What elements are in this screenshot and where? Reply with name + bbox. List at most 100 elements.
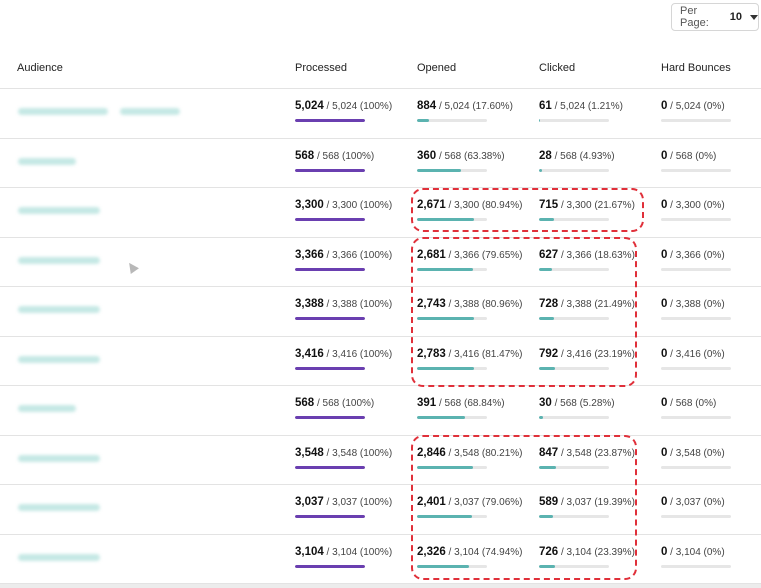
per-page-select[interactable]: Per Page: 10 [671, 3, 759, 31]
audience-name-redacted[interactable] [18, 454, 100, 462]
column-header-hard-bounces[interactable]: Hard Bounces [661, 62, 731, 74]
bounces-progress-bar [661, 267, 731, 271]
bounces-detail: / 3,104 (0%) [667, 546, 725, 558]
table-row[interactable]: 3,388 / 3,388 (100%) 2,743 / 3,388 (80.96… [0, 287, 761, 337]
bounces-detail: / 3,037 (0%) [667, 497, 725, 508]
bounces-stat: 0 / 3,416 (0%) [661, 348, 731, 360]
processed-progress-fill [295, 416, 365, 419]
opened-count: 360 [417, 149, 437, 162]
processed-cell: 568 / 568 (100%) [295, 397, 374, 419]
clicked-stat: 30 / 568 (5.28%) [539, 397, 615, 409]
table-row[interactable]: 568 / 568 (100%) 360 / 568 (63.38%) 28 / 5… [0, 139, 761, 188]
highlight-box [411, 188, 644, 232]
processed-count: 3,300 [295, 199, 324, 211]
processed-cell: 3,366 / 3,366 (100%) [295, 249, 392, 271]
processed-cell: 3,388 / 3,388 (100%) [295, 298, 392, 320]
opened-detail: / 568 (63.38%) [436, 150, 505, 162]
opened-cell: 360 / 568 (63.38%) [417, 150, 505, 172]
bounces-stat: 0 / 568 (0%) [661, 150, 731, 162]
processed-progress-fill [295, 267, 365, 271]
opened-count: 391 [417, 397, 437, 409]
processed-stat: 3,366 / 3,366 (100%) [295, 249, 392, 261]
bounces-stat: 0 / 3,037 (0%) [661, 496, 731, 508]
processed-progress-fill [295, 564, 365, 568]
processed-progress-bar [295, 168, 365, 172]
clicked-progress-bar [539, 416, 609, 419]
audience-name-redacted[interactable] [18, 207, 100, 214]
processed-stat: 568 / 568 (100%) [295, 397, 374, 409]
processed-stat: 3,548 / 3,548 (100%) [295, 447, 392, 459]
processed-stat: 5,024 / 5,024 (100%) [295, 100, 392, 112]
processed-cell: 5,024 / 5,024 (100%) [295, 100, 392, 122]
table-row[interactable]: 3,416 / 3,416 (100%) 2,783 / 3,416 (81.47… [0, 337, 761, 386]
clicked-progress-fill [539, 168, 543, 172]
bounces-detail: / 3,300 (0%) [667, 200, 725, 211]
processed-cell: 3,300 / 3,300 (100%) [295, 199, 392, 221]
audience-name-redacted[interactable] [18, 157, 76, 165]
bounces-cell: 0 / 3,104 (0%) [661, 546, 731, 568]
audience-name-redacted[interactable] [18, 553, 100, 561]
processed-stat: 3,416 / 3,416 (100%) [295, 348, 392, 360]
bounces-cell: 0 / 5,024 (0%) [661, 100, 731, 122]
table-row[interactable]: 568 / 568 (100%) 391 / 568 (68.84%) 30 / 5… [0, 386, 761, 436]
per-page-value: 10 [729, 11, 742, 23]
bounces-progress-bar [661, 416, 731, 419]
clicked-cell: 61 / 5,024 (1.21%) [539, 100, 623, 122]
horizontal-scrollbar[interactable] [0, 584, 761, 588]
opened-count: 884 [417, 100, 437, 112]
opened-stat: 884 / 5,024 (17.60%) [417, 100, 513, 112]
bounces-detail: / 3,416 (0%) [667, 348, 725, 360]
processed-detail: / 3,104 (100%) [323, 546, 393, 558]
bounces-detail: / 568 (0%) [667, 150, 717, 162]
table-row[interactable]: 3,300 / 3,300 (100%) 2,671 / 3,300 (80.94… [0, 188, 761, 238]
processed-detail: / 3,548 (100%) [323, 447, 393, 459]
opened-stat: 391 / 568 (68.84%) [417, 397, 505, 409]
bounces-stat: 0 / 3,548 (0%) [661, 447, 731, 459]
processed-cell: 3,104 / 3,104 (100%) [295, 546, 392, 568]
processed-cell: 3,037 / 3,037 (100%) [295, 496, 392, 518]
table-row[interactable]: 5,024 / 5,024 (100%) 884 / 5,024 (17.60%)… [0, 89, 761, 139]
processed-progress-fill [295, 218, 365, 221]
clicked-progress-bar [539, 119, 609, 122]
table-row[interactable]: 3,548 / 3,548 (100%) 2,846 / 3,548 (80.21… [0, 436, 761, 485]
audience-name-redacted[interactable] [18, 256, 100, 264]
table-row[interactable]: 3,104 / 3,104 (100%) 2,326 / 3,104 (74.94… [0, 535, 761, 584]
column-header-opened[interactable]: Opened [417, 62, 456, 74]
processed-detail: / 3,366 (100%) [323, 249, 393, 261]
column-header-processed[interactable]: Processed [295, 62, 347, 74]
table-row[interactable]: 3,037 / 3,037 (100%) 2,401 / 3,037 (79.06… [0, 485, 761, 535]
bounces-cell: 0 / 3,300 (0%) [661, 199, 731, 221]
audience-name-redacted[interactable] [18, 504, 100, 511]
bounces-progress-bar [661, 218, 731, 221]
column-header-audience[interactable]: Audience [17, 62, 63, 74]
processed-detail: / 568 (100%) [314, 398, 375, 409]
processed-count: 3,388 [295, 298, 324, 310]
processed-count: 3,548 [295, 446, 324, 459]
processed-progress-fill [295, 366, 365, 370]
highlight-box [411, 435, 637, 580]
audience-name-redacted[interactable] [18, 405, 76, 412]
processed-progress-bar [295, 317, 365, 320]
processed-progress-fill [295, 168, 365, 172]
processed-progress-bar [295, 564, 365, 568]
table-row[interactable]: 3,366 / 3,366 (100%) 2,681 / 3,366 (79.65… [0, 238, 761, 287]
clicked-detail: / 568 (4.93%) [551, 150, 615, 162]
audience-name-redacted[interactable] [18, 306, 100, 313]
bounces-detail: / 5,024 (0%) [667, 101, 725, 112]
processed-detail: / 5,024 (100%) [323, 101, 393, 112]
clicked-stat: 28 / 568 (4.93%) [539, 150, 615, 162]
audience-name-redacted[interactable] [18, 108, 108, 115]
bounces-detail: / 3,388 (0%) [667, 299, 725, 310]
processed-cell: 568 / 568 (100%) [295, 150, 374, 172]
bounces-cell: 0 / 3,416 (0%) [661, 348, 731, 370]
processed-progress-fill [295, 119, 365, 122]
audience-name-redacted[interactable] [18, 355, 100, 363]
column-header-clicked[interactable]: Clicked [539, 62, 575, 74]
processed-count: 3,416 [295, 347, 324, 360]
processed-cell: 3,548 / 3,548 (100%) [295, 447, 392, 469]
clicked-detail: / 568 (5.28%) [551, 398, 615, 409]
table-header: Audience Processed Opened Clicked Hard B… [0, 52, 761, 89]
audience-name-redacted[interactable] [120, 108, 180, 115]
processed-count: 568 [295, 149, 315, 162]
processed-count: 3,104 [295, 545, 324, 558]
